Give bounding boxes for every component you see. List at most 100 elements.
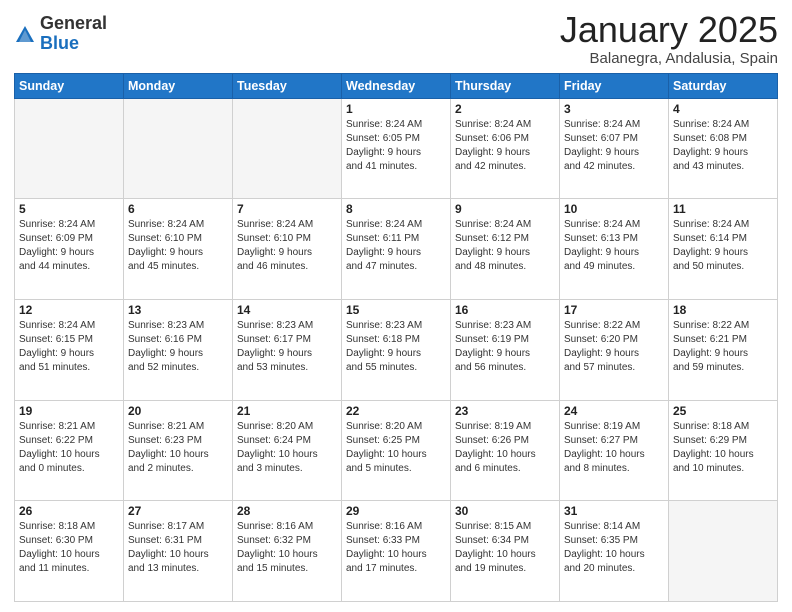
- calendar-table: SundayMondayTuesdayWednesdayThursdayFrid…: [14, 73, 778, 602]
- day-number: 26: [19, 504, 119, 518]
- calendar-cell: [124, 98, 233, 199]
- day-info: Sunrise: 8:16 AM Sunset: 6:32 PM Dayligh…: [237, 520, 337, 576]
- calendar-cell: 7 Sunrise: 8:24 AM Sunset: 6:10 PM Daylig…: [233, 199, 342, 300]
- calendar-week-row: 1 Sunrise: 8:24 AM Sunset: 6:05 PM Daylig…: [15, 98, 778, 199]
- logo-text: General Blue: [40, 14, 107, 54]
- day-info: Sunrise: 8:14 AM Sunset: 6:35 PM Dayligh…: [564, 520, 664, 576]
- calendar-cell: 3 Sunrise: 8:24 AM Sunset: 6:07 PM Daylig…: [560, 98, 669, 199]
- calendar-cell: 19 Sunrise: 8:21 AM Sunset: 6:22 PM Dayli…: [15, 400, 124, 501]
- day-info: Sunrise: 8:24 AM Sunset: 6:09 PM Dayligh…: [19, 218, 119, 274]
- calendar-cell: [233, 98, 342, 199]
- calendar-cell: 5 Sunrise: 8:24 AM Sunset: 6:09 PM Daylig…: [15, 199, 124, 300]
- weekday-header: Monday: [124, 73, 233, 98]
- day-info: Sunrise: 8:24 AM Sunset: 6:05 PM Dayligh…: [346, 118, 446, 174]
- day-info: Sunrise: 8:24 AM Sunset: 6:15 PM Dayligh…: [19, 319, 119, 375]
- day-number: 17: [564, 303, 664, 317]
- day-number: 10: [564, 202, 664, 216]
- day-info: Sunrise: 8:16 AM Sunset: 6:33 PM Dayligh…: [346, 520, 446, 576]
- day-info: Sunrise: 8:24 AM Sunset: 6:10 PM Dayligh…: [237, 218, 337, 274]
- day-number: 28: [237, 504, 337, 518]
- calendar-week-row: 26Sunrise: 8:18 AM Sunset: 6:30 PM Dayli…: [15, 501, 778, 602]
- day-info: Sunrise: 8:24 AM Sunset: 6:07 PM Dayligh…: [564, 118, 664, 174]
- calendar-cell: [669, 501, 778, 602]
- calendar-cell: 23 Sunrise: 8:19 AM Sunset: 6:26 PM Dayli…: [451, 400, 560, 501]
- day-info: Sunrise: 8:22 AM Sunset: 6:21 PM Dayligh…: [673, 319, 773, 375]
- day-info: Sunrise: 8:24 AM Sunset: 6:12 PM Dayligh…: [455, 218, 555, 274]
- weekday-header: Wednesday: [342, 73, 451, 98]
- day-info: Sunrise: 8:18 AM Sunset: 6:29 PM Dayligh…: [673, 420, 773, 476]
- calendar-cell: 15 Sunrise: 8:23 AM Sunset: 6:18 PM Dayli…: [342, 299, 451, 400]
- day-info: Sunrise: 8:21 AM Sunset: 6:23 PM Dayligh…: [128, 420, 228, 476]
- day-number: 20: [128, 404, 228, 418]
- day-info: Sunrise: 8:15 AM Sunset: 6:34 PM Dayligh…: [455, 520, 555, 576]
- calendar-cell: 13 Sunrise: 8:23 AM Sunset: 6:16 PM Dayli…: [124, 299, 233, 400]
- day-number: 14: [237, 303, 337, 317]
- weekday-header-row: SundayMondayTuesdayWednesdayThursdayFrid…: [15, 73, 778, 98]
- calendar-cell: 30 Sunrise: 8:15 AM Sunset: 6:34 PM Dayli…: [451, 501, 560, 602]
- calendar-week-row: 19 Sunrise: 8:21 AM Sunset: 6:22 PM Dayli…: [15, 400, 778, 501]
- weekday-header: Tuesday: [233, 73, 342, 98]
- calendar-cell: 14 Sunrise: 8:23 AM Sunset: 6:17 PM Dayli…: [233, 299, 342, 400]
- weekday-header: Saturday: [669, 73, 778, 98]
- day-info: Sunrise: 8:23 AM Sunset: 6:16 PM Dayligh…: [128, 319, 228, 375]
- day-number: 22: [346, 404, 446, 418]
- day-number: 23: [455, 404, 555, 418]
- calendar-cell: 10 Sunrise: 8:24 AM Sunset: 6:13 PM Dayli…: [560, 199, 669, 300]
- logo-icon: [14, 24, 36, 46]
- calendar-cell: 24Sunrise: 8:19 AM Sunset: 6:27 PM Dayli…: [560, 400, 669, 501]
- calendar-cell: 2 Sunrise: 8:24 AM Sunset: 6:06 PM Daylig…: [451, 98, 560, 199]
- day-number: 2: [455, 102, 555, 116]
- day-number: 1: [346, 102, 446, 116]
- day-number: 25: [673, 404, 773, 418]
- calendar-cell: 1 Sunrise: 8:24 AM Sunset: 6:05 PM Daylig…: [342, 98, 451, 199]
- day-info: Sunrise: 8:17 AM Sunset: 6:31 PM Dayligh…: [128, 520, 228, 576]
- calendar-cell: 27Sunrise: 8:17 AM Sunset: 6:31 PM Dayli…: [124, 501, 233, 602]
- day-info: Sunrise: 8:24 AM Sunset: 6:13 PM Dayligh…: [564, 218, 664, 274]
- day-number: 30: [455, 504, 555, 518]
- calendar-cell: 20 Sunrise: 8:21 AM Sunset: 6:23 PM Dayli…: [124, 400, 233, 501]
- day-number: 21: [237, 404, 337, 418]
- calendar-cell: 22 Sunrise: 8:20 AM Sunset: 6:25 PM Dayli…: [342, 400, 451, 501]
- day-number: 13: [128, 303, 228, 317]
- calendar-cell: 29 Sunrise: 8:16 AM Sunset: 6:33 PM Dayli…: [342, 501, 451, 602]
- day-info: Sunrise: 8:24 AM Sunset: 6:10 PM Dayligh…: [128, 218, 228, 274]
- calendar-cell: 4Sunrise: 8:24 AM Sunset: 6:08 PM Daylig…: [669, 98, 778, 199]
- day-info: Sunrise: 8:21 AM Sunset: 6:22 PM Dayligh…: [19, 420, 119, 476]
- logo-general-text: General: [40, 14, 107, 34]
- calendar-cell: 16Sunrise: 8:23 AM Sunset: 6:19 PM Dayli…: [451, 299, 560, 400]
- day-number: 18: [673, 303, 773, 317]
- day-info: Sunrise: 8:22 AM Sunset: 6:20 PM Dayligh…: [564, 319, 664, 375]
- calendar-cell: 12Sunrise: 8:24 AM Sunset: 6:15 PM Dayli…: [15, 299, 124, 400]
- day-info: Sunrise: 8:23 AM Sunset: 6:17 PM Dayligh…: [237, 319, 337, 375]
- day-number: 19: [19, 404, 119, 418]
- calendar-cell: 6 Sunrise: 8:24 AM Sunset: 6:10 PM Daylig…: [124, 199, 233, 300]
- month-title: January 2025: [560, 10, 778, 50]
- day-info: Sunrise: 8:24 AM Sunset: 6:14 PM Dayligh…: [673, 218, 773, 274]
- calendar-cell: 26Sunrise: 8:18 AM Sunset: 6:30 PM Dayli…: [15, 501, 124, 602]
- day-info: Sunrise: 8:24 AM Sunset: 6:06 PM Dayligh…: [455, 118, 555, 174]
- day-number: 6: [128, 202, 228, 216]
- day-info: Sunrise: 8:19 AM Sunset: 6:26 PM Dayligh…: [455, 420, 555, 476]
- day-number: 5: [19, 202, 119, 216]
- calendar-cell: 31Sunrise: 8:14 AM Sunset: 6:35 PM Dayli…: [560, 501, 669, 602]
- day-number: 29: [346, 504, 446, 518]
- location: Balanegra, Andalusia, Spain: [560, 50, 778, 67]
- day-info: Sunrise: 8:23 AM Sunset: 6:18 PM Dayligh…: [346, 319, 446, 375]
- calendar-cell: 18 Sunrise: 8:22 AM Sunset: 6:21 PM Dayli…: [669, 299, 778, 400]
- day-number: 11: [673, 202, 773, 216]
- weekday-header: Friday: [560, 73, 669, 98]
- day-info: Sunrise: 8:24 AM Sunset: 6:11 PM Dayligh…: [346, 218, 446, 274]
- day-info: Sunrise: 8:24 AM Sunset: 6:08 PM Dayligh…: [673, 118, 773, 174]
- day-info: Sunrise: 8:20 AM Sunset: 6:25 PM Dayligh…: [346, 420, 446, 476]
- day-number: 8: [346, 202, 446, 216]
- calendar-cell: 21Sunrise: 8:20 AM Sunset: 6:24 PM Dayli…: [233, 400, 342, 501]
- calendar-cell: [15, 98, 124, 199]
- calendar-cell: 9Sunrise: 8:24 AM Sunset: 6:12 PM Daylig…: [451, 199, 560, 300]
- weekday-header: Sunday: [15, 73, 124, 98]
- weekday-header: Thursday: [451, 73, 560, 98]
- day-number: 15: [346, 303, 446, 317]
- calendar-cell: 28 Sunrise: 8:16 AM Sunset: 6:32 PM Dayli…: [233, 501, 342, 602]
- day-number: 7: [237, 202, 337, 216]
- day-number: 3: [564, 102, 664, 116]
- logo: General Blue: [14, 14, 107, 54]
